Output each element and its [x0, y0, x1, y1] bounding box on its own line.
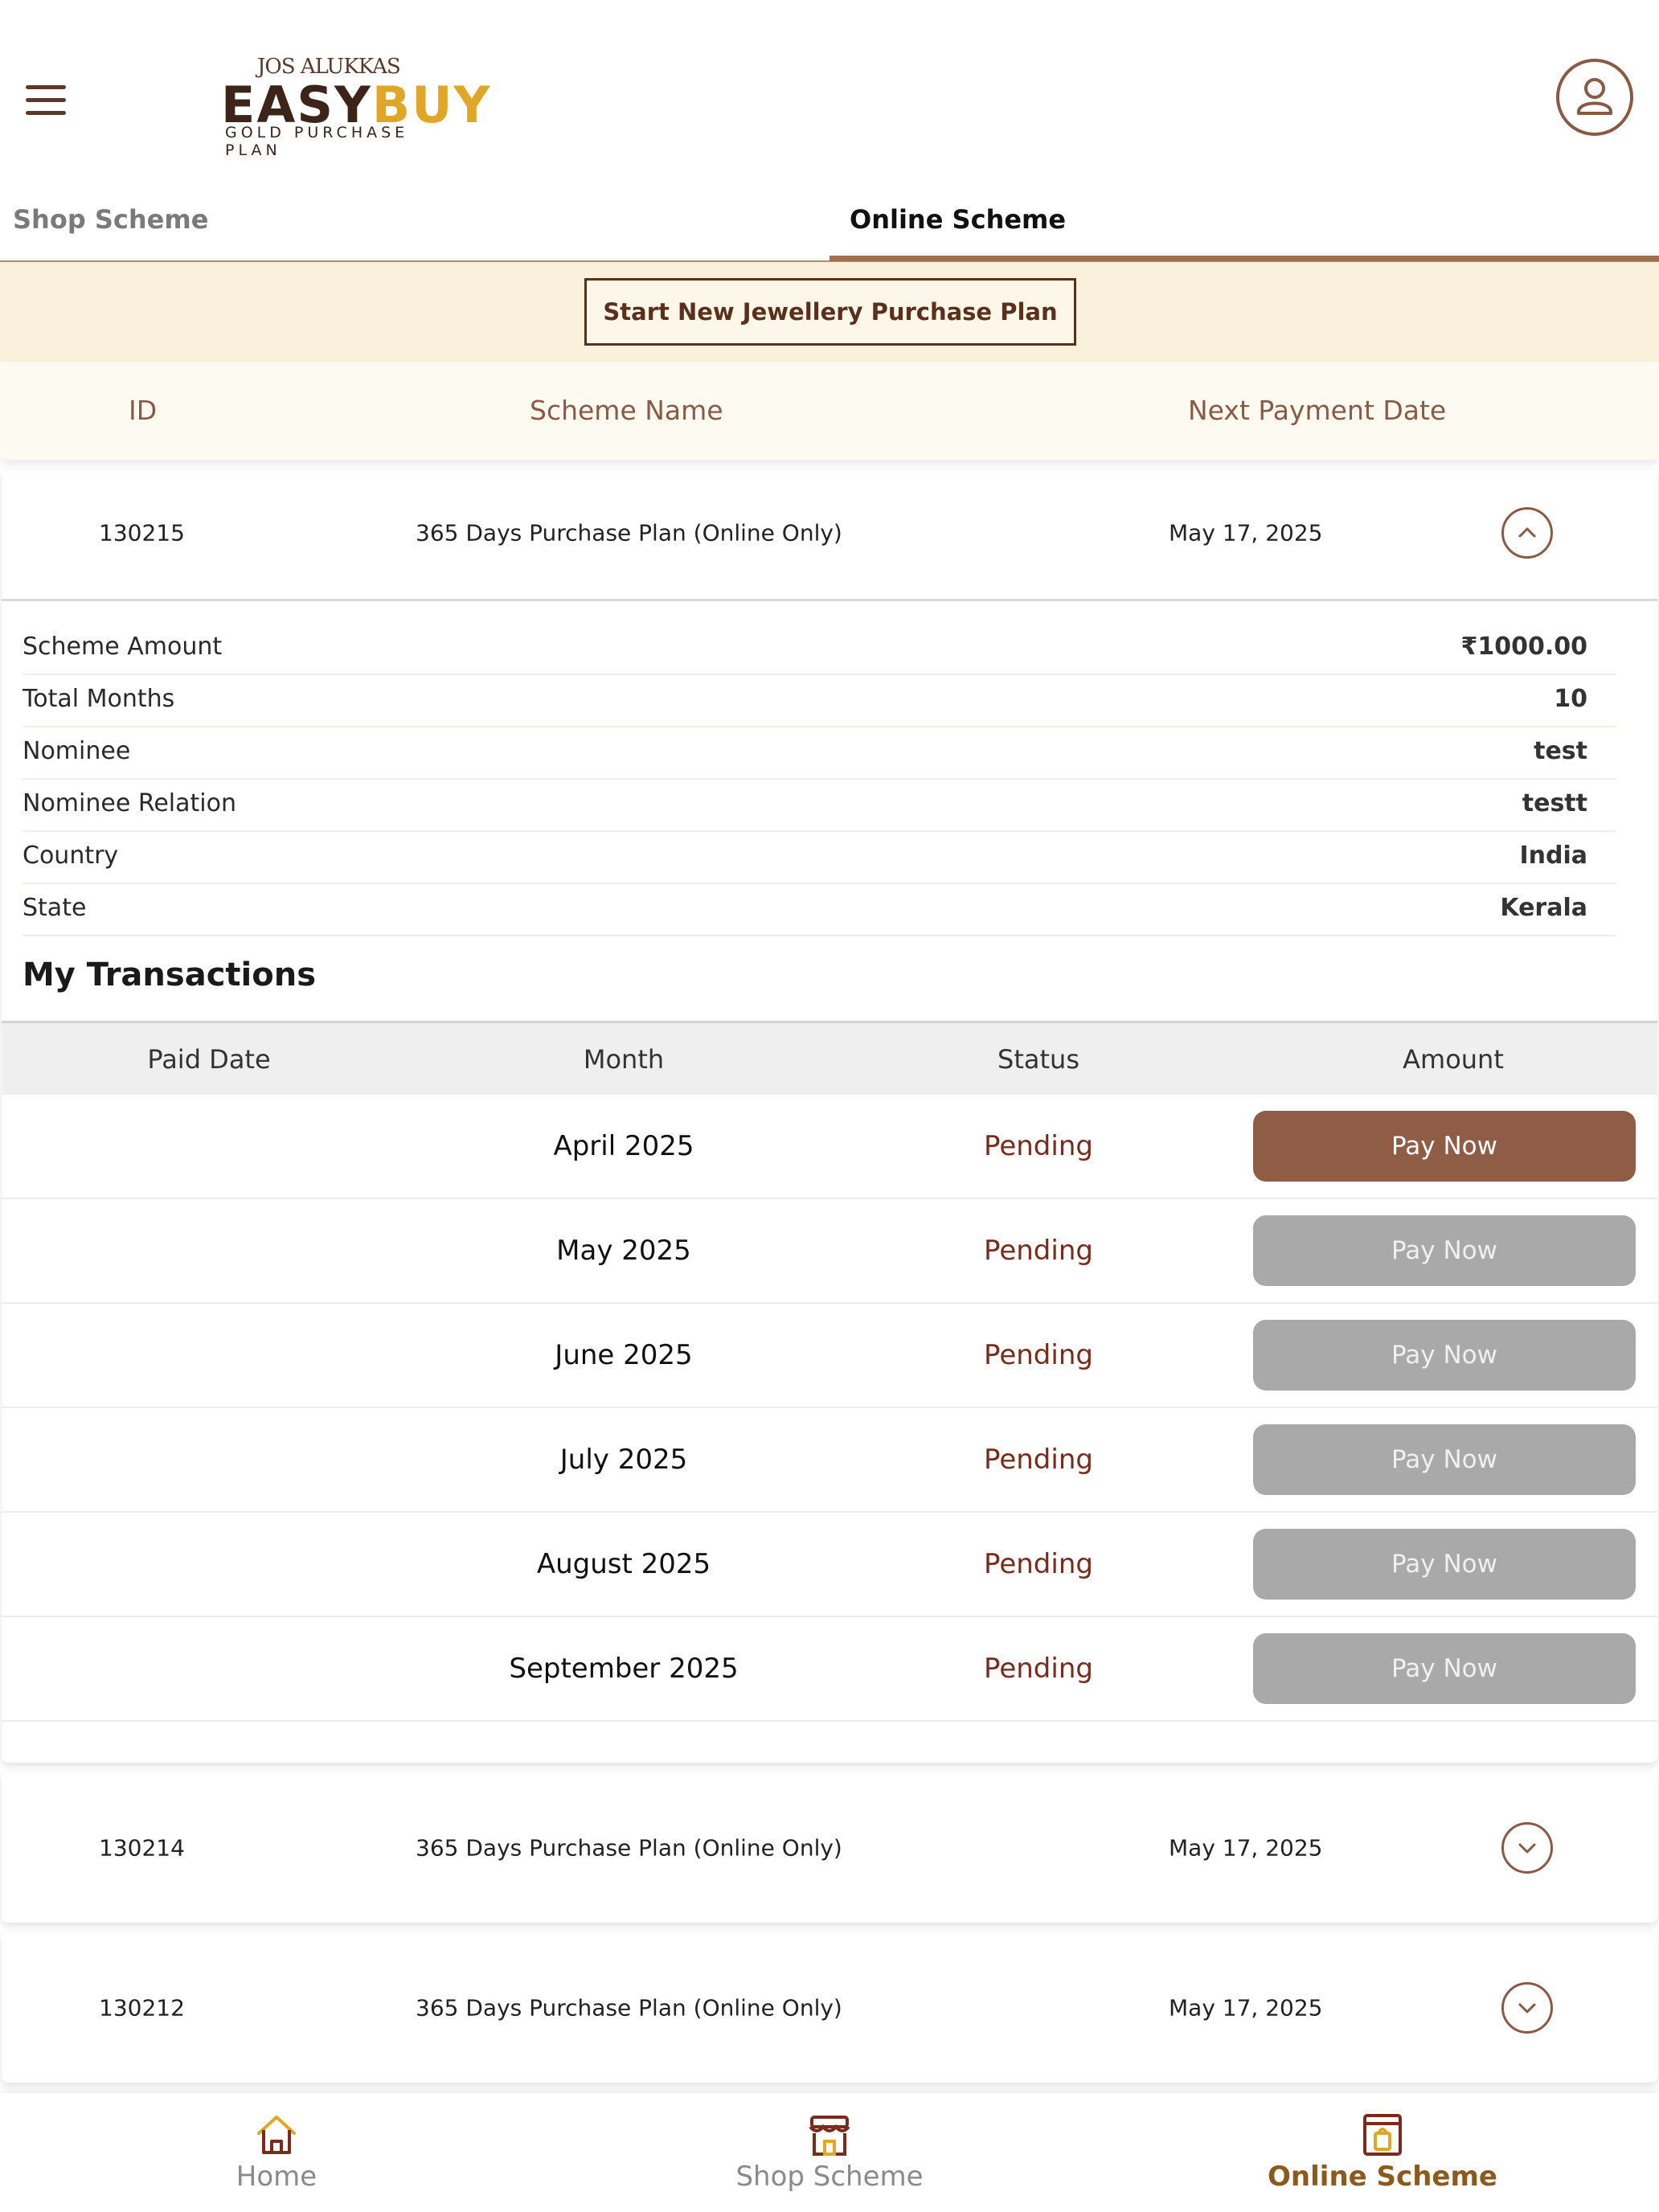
- transaction-status: Pending: [984, 1444, 1093, 1476]
- scheme-name: 365 Days Purchase Plan (Online Only): [416, 519, 842, 547]
- profile-icon[interactable]: [1556, 59, 1633, 136]
- pay-now-button-disabled: Pay Now: [1253, 1424, 1636, 1495]
- tab-shop-scheme[interactable]: Shop Scheme: [13, 178, 208, 260]
- brand-logo: JOS ALUKKAS EASYBUY GOLD PURCHASE PLAN: [197, 50, 490, 159]
- transaction-row: August 2025 Pending Pay Now: [2, 1513, 1657, 1617]
- next-payment-date: May 17, 2025: [1169, 1994, 1323, 2022]
- detail-value: ₹1000.00: [1460, 633, 1587, 661]
- transaction-month: September 2025: [509, 1653, 739, 1685]
- chevron-down-icon[interactable]: [1501, 1822, 1553, 1874]
- column-header-amount: Amount: [1403, 1044, 1504, 1075]
- chevron-down-icon[interactable]: [1501, 1982, 1553, 2034]
- detail-row-total-months: Total Months 10: [23, 675, 1616, 727]
- column-header-scheme-name: Scheme Name: [530, 395, 723, 426]
- scheme-list-header: ID Scheme Name Next Payment Date: [0, 362, 1659, 460]
- scheme-row[interactable]: 130215 365 Days Purchase Plan (Online On…: [2, 470, 1657, 601]
- scheme-tabs: Shop Scheme Online Scheme: [0, 178, 1659, 262]
- hamburger-menu-icon[interactable]: [23, 80, 71, 121]
- scheme-row[interactable]: 130214 365 Days Purchase Plan (Online On…: [2, 1773, 1657, 1923]
- transaction-status: Pending: [984, 1235, 1093, 1267]
- store-icon: [809, 2116, 850, 2156]
- nav-home[interactable]: Home: [0, 2093, 553, 2212]
- transaction-month: July 2025: [559, 1444, 688, 1476]
- scheme-id: 130214: [99, 1834, 185, 1862]
- column-header-month: Month: [583, 1044, 665, 1075]
- column-header-next-payment-date: Next Payment Date: [1188, 395, 1447, 426]
- transaction-status: Pending: [984, 1548, 1093, 1580]
- nav-label: Home: [236, 2161, 317, 2193]
- transaction-status: Pending: [984, 1653, 1093, 1685]
- transaction-month: May 2025: [556, 1235, 691, 1267]
- transaction-month: June 2025: [555, 1339, 693, 1371]
- nav-shop-scheme[interactable]: Shop Scheme: [553, 2093, 1106, 2212]
- detail-value: Kerala: [1500, 894, 1587, 922]
- detail-label: Total Months: [23, 685, 175, 713]
- transaction-row: September 2025 Pending Pay Now: [2, 1617, 1657, 1722]
- next-payment-date: May 17, 2025: [1169, 1834, 1323, 1862]
- detail-value: test: [1534, 737, 1587, 765]
- detail-label: State: [23, 894, 87, 922]
- detail-value: 10: [1554, 685, 1587, 713]
- column-header-id: ID: [129, 395, 158, 426]
- scheme-id: 130212: [99, 1994, 185, 2022]
- pay-now-button[interactable]: Pay Now: [1253, 1111, 1636, 1182]
- active-tab-indicator: [830, 256, 1659, 261]
- home-icon: [257, 2116, 296, 2154]
- transaction-month: April 2025: [553, 1130, 694, 1162]
- detail-row-nominee: Nominee test: [23, 727, 1616, 780]
- detail-row-nominee-relation: Nominee Relation testt: [23, 780, 1616, 832]
- transaction-status: Pending: [984, 1130, 1093, 1162]
- nav-online-scheme[interactable]: Online Scheme: [1106, 2093, 1659, 2212]
- transaction-month: August 2025: [536, 1548, 711, 1580]
- pay-now-button-disabled: Pay Now: [1253, 1320, 1636, 1391]
- start-new-plan-button[interactable]: Start New Jewellery Purchase Plan: [584, 278, 1076, 346]
- transaction-status: Pending: [984, 1339, 1093, 1371]
- scheme-name: 365 Days Purchase Plan (Online Only): [416, 1994, 842, 2022]
- transactions-table-header: Paid Date Month Status Amount: [2, 1021, 1657, 1095]
- brand-subtitle: GOLD PURCHASE PLAN: [225, 124, 409, 159]
- detail-label: Nominee: [23, 737, 131, 765]
- bottom-navigation: Home Shop Scheme Online Scheme: [0, 2093, 1659, 2212]
- nav-label: Shop Scheme: [735, 2161, 924, 2193]
- detail-label: Scheme Amount: [23, 633, 223, 661]
- detail-row-scheme-amount: Scheme Amount ₹1000.00: [23, 623, 1616, 675]
- chevron-up-icon[interactable]: [1501, 507, 1553, 559]
- detail-row-country: Country India: [23, 832, 1616, 884]
- detail-value: India: [1519, 842, 1587, 870]
- column-header-status: Status: [997, 1044, 1079, 1075]
- transaction-row: June 2025 Pending Pay Now: [2, 1304, 1657, 1408]
- detail-label: Nominee Relation: [23, 789, 236, 817]
- tab-online-scheme[interactable]: Online Scheme: [830, 178, 1659, 260]
- nav-label: Online Scheme: [1268, 2161, 1497, 2193]
- detail-value: testt: [1522, 789, 1587, 817]
- scheme-id: 130215: [99, 519, 185, 547]
- detail-row-state: State Kerala: [23, 884, 1616, 936]
- transaction-row: July 2025 Pending Pay Now: [2, 1408, 1657, 1513]
- scheme-row[interactable]: 130212 365 Days Purchase Plan (Online On…: [2, 1933, 1657, 2083]
- pay-now-button-disabled: Pay Now: [1253, 1529, 1636, 1600]
- pay-now-button-disabled: Pay Now: [1253, 1215, 1636, 1286]
- online-shop-icon: [1363, 2114, 1402, 2156]
- detail-label: Country: [23, 842, 119, 870]
- transaction-row: April 2025 Pending Pay Now: [2, 1095, 1657, 1199]
- pay-now-button-disabled: Pay Now: [1253, 1633, 1636, 1704]
- transaction-row: May 2025 Pending Pay Now: [2, 1199, 1657, 1304]
- next-payment-date: May 17, 2025: [1169, 519, 1323, 547]
- scheme-name: 365 Days Purchase Plan (Online Only): [416, 1834, 842, 1862]
- column-header-paid-date: Paid Date: [147, 1044, 271, 1075]
- transactions-title: My Transactions: [23, 956, 316, 993]
